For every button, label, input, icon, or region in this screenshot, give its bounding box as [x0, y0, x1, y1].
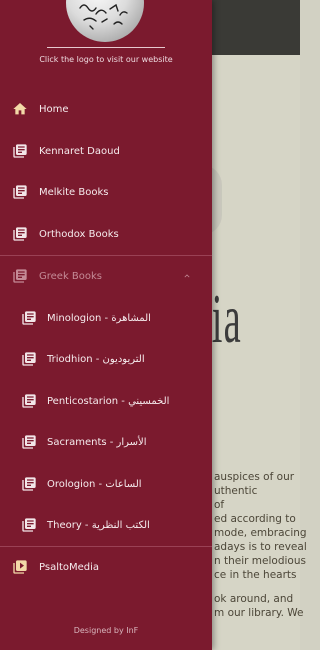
library-books-icon — [13, 227, 27, 241]
drawer-subitem-minologion[interactable]: Minologion - المشاهرة — [0, 298, 212, 338]
bg-line: uthentic — [214, 485, 258, 497]
library-books-icon — [22, 435, 36, 449]
bg-line: auspices of our — [214, 471, 295, 483]
drawer-item-label: Home — [39, 103, 69, 115]
play-media-icon — [13, 560, 27, 574]
drawer-item-kennaret-daoud[interactable]: Kennaret Daoud — [0, 131, 212, 171]
drawer-subitem-theory[interactable]: Theory - الكتب النظرية — [0, 505, 212, 545]
logo-calligraphy-icon — [79, 3, 128, 30]
drawer-item-melkite-books[interactable]: Melkite Books — [0, 172, 212, 212]
drawer-item-label: Kennaret Daoud — [39, 145, 120, 157]
drawer-item-home[interactable]: Home — [0, 89, 212, 129]
library-books-icon — [13, 185, 27, 199]
bg-line: ed according to — [214, 513, 296, 525]
drawer-item-label: Orthodox Books — [39, 228, 119, 240]
bg-line: ce in the hearts — [214, 569, 297, 581]
logo-caption: Click the logo to visit our website — [39, 55, 173, 64]
library-books-icon — [13, 269, 27, 283]
drawer-subitem-label: Theory - الكتب النظرية — [47, 519, 150, 531]
navigation-drawer: Click the logo to visit our website Home… — [0, 0, 212, 650]
library-books-icon — [22, 311, 36, 325]
drawer-subitem-sacraments[interactable]: Sacraments - الأسرار — [0, 422, 212, 462]
library-books-icon — [22, 352, 36, 366]
drawer-subitem-penticostarion[interactable]: Penticostarion - الخمسيني — [0, 381, 212, 421]
bg-line: m our library. We — [214, 607, 304, 619]
bg-line: ok around, and — [214, 593, 294, 605]
background-paragraph: auspices of our uthentic of ed according… — [214, 470, 307, 582]
drawer-subitem-label: Penticostarion - الخمسيني — [47, 395, 170, 407]
drawer-group-greek-books[interactable]: Greek Books — [0, 256, 212, 296]
library-books-icon — [22, 518, 36, 532]
bg-line: mode, embracing — [214, 527, 307, 539]
logo-button[interactable] — [66, 0, 144, 42]
chevron-up-icon — [184, 274, 190, 278]
drawer-subitem-label: Minologion - المشاهرة — [47, 312, 151, 324]
drawer-subitem-label: Triodhion - التريوديون — [47, 353, 145, 365]
designer-credit: Designed by InF — [73, 626, 139, 635]
drawer-item-psaltomedia[interactable]: PsaltoMedia — [0, 547, 212, 587]
logo-divider — [47, 47, 165, 48]
library-books-icon — [22, 394, 36, 408]
bg-line: of — [214, 499, 225, 511]
drawer-subitem-label: Orologion - الساعات — [47, 478, 142, 490]
drawer-group-label: Greek Books — [39, 270, 103, 282]
library-books-icon — [13, 144, 27, 158]
library-books-icon — [22, 477, 36, 491]
drawer-subitem-label: Sacraments - الأسرار — [47, 436, 147, 448]
drawer-item-label: Melkite Books — [39, 186, 109, 198]
bg-line: adays is to reveal — [214, 541, 307, 553]
home-icon — [13, 103, 27, 115]
drawer-subitem-triodhion[interactable]: Triodhion - التريوديون — [0, 339, 212, 379]
bg-line: n their melodious — [214, 555, 306, 567]
drawer-item-label: PsaltoMedia — [39, 561, 100, 573]
drawer-item-orthodox-books[interactable]: Orthodox Books — [0, 214, 212, 254]
drawer-subitem-orologion[interactable]: Orologion - الساعات — [0, 464, 212, 504]
background-paragraph-2: ok around, and m our library. We — [214, 592, 304, 620]
